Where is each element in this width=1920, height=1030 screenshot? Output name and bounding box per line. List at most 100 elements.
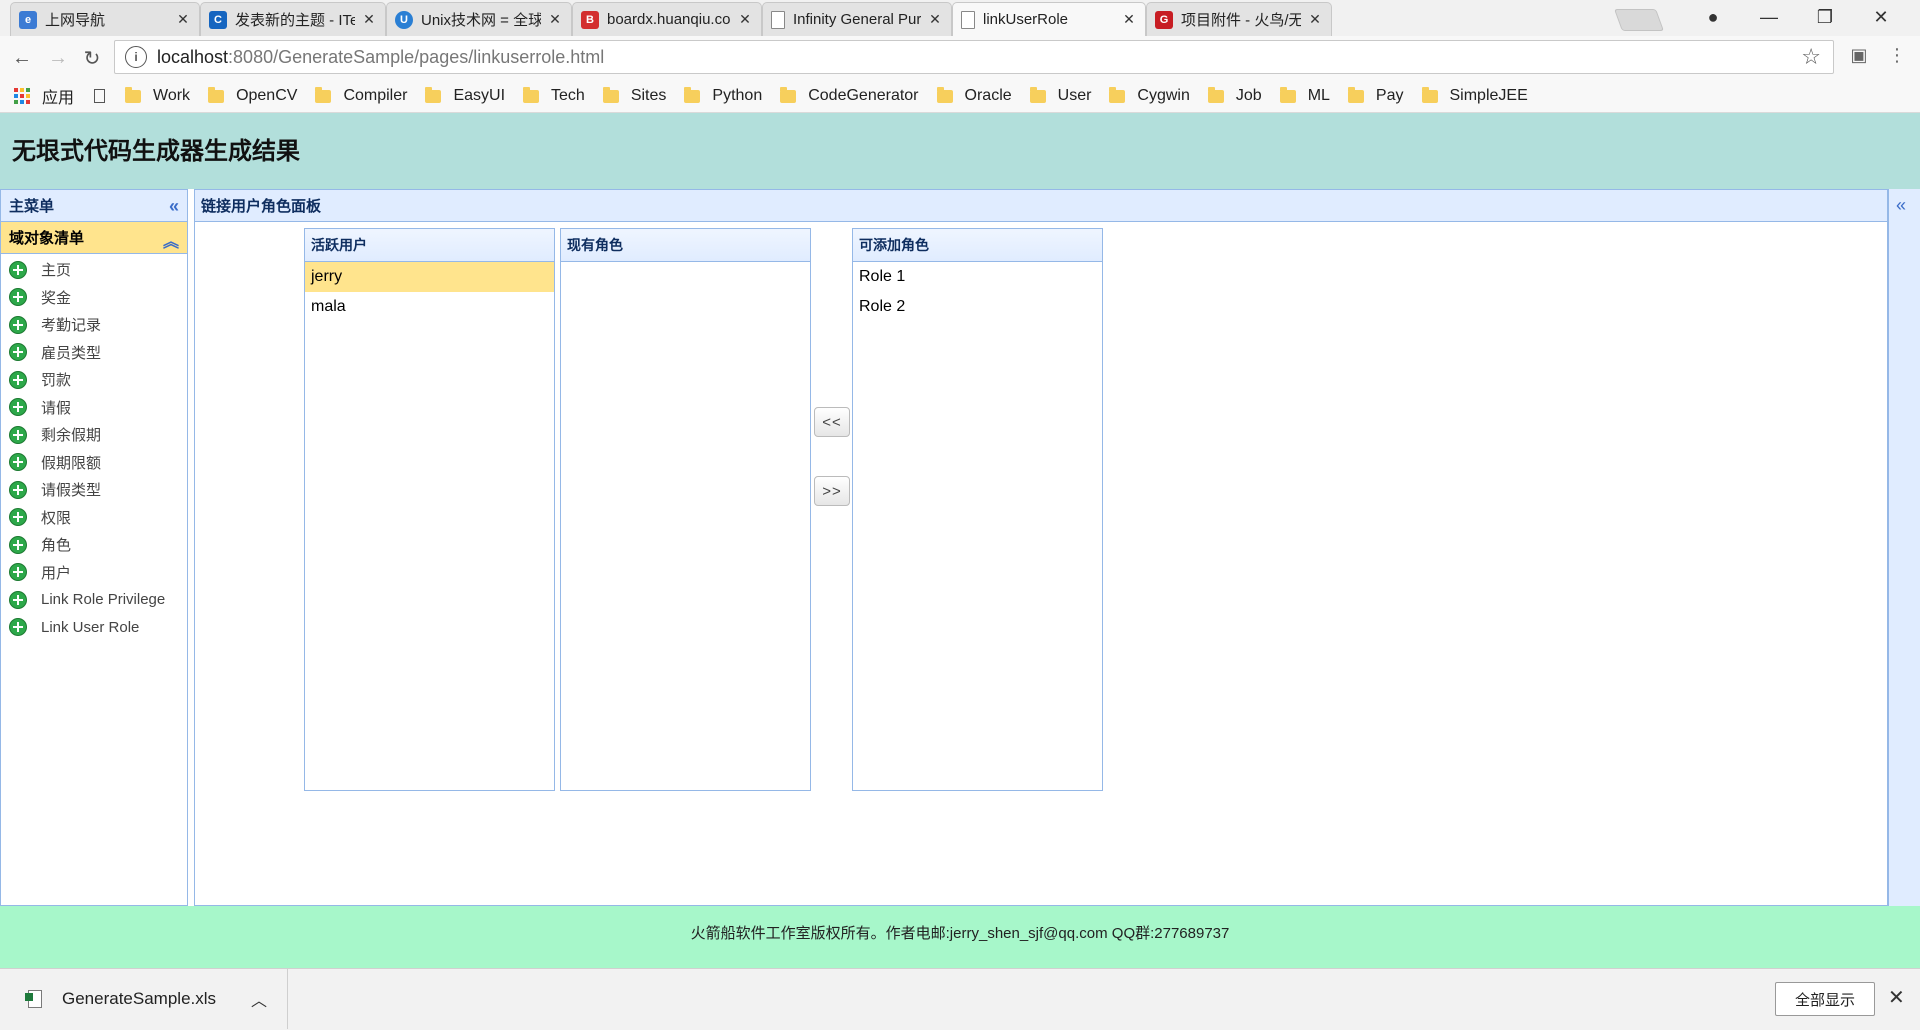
bookmark-folder[interactable]: Sites	[602, 86, 667, 105]
url-host: localhost	[157, 46, 229, 67]
list-item[interactable]: mala	[305, 292, 554, 322]
folder-icon	[425, 86, 442, 103]
back-button[interactable]: ←	[8, 44, 36, 72]
folder-icon	[1109, 86, 1126, 103]
menu-item-leave-quota[interactable]: 假期限额	[1, 449, 187, 477]
menu-icon[interactable]: ⋮	[1886, 44, 1908, 66]
bookmark-folder[interactable]: Cygwin	[1109, 86, 1190, 105]
excel-file-icon	[25, 990, 42, 1008]
bookmark-folder[interactable]: Tech	[523, 86, 585, 105]
menu-item-label: 雇员类型	[41, 344, 102, 362]
menu-item-attendance[interactable]: 考勤记录	[1, 311, 187, 339]
bookmark-label: OpenCV	[236, 87, 298, 104]
browser-tab-active[interactable]: linkUserRole ✕	[952, 2, 1146, 36]
main-menu-header: 主菜单 «	[1, 190, 187, 222]
menu-item-leave[interactable]: 请假	[1, 394, 187, 422]
bookmark-label: EasyUI	[453, 87, 506, 104]
page-icon	[961, 10, 975, 29]
restore-button[interactable]: ❐	[1797, 0, 1853, 34]
menu-item-label: 请假	[41, 399, 72, 417]
close-icon[interactable]: ✕	[175, 11, 191, 28]
folder-icon	[780, 86, 797, 103]
menu-item-leave-type[interactable]: 请假类型	[1, 476, 187, 504]
chevron-up-icon[interactable]: ︿	[251, 987, 267, 1011]
close-icon[interactable]: ✕	[1121, 11, 1137, 28]
address-bar[interactable]: i localhost:8080/GenerateSample/pages/li…	[114, 40, 1834, 74]
list-item[interactable]: jerry	[305, 262, 554, 292]
browser-tab[interactable]: e 上网导航 ✕	[10, 2, 200, 36]
menu-item-employee-type[interactable]: 雇员类型	[1, 339, 187, 367]
list-item[interactable]: Role 1	[853, 262, 1102, 292]
browser-tab[interactable]: B boardx.huanqiu.com/ ✕	[572, 2, 762, 36]
menu-item-privilege[interactable]: 权限	[1, 504, 187, 532]
close-icon[interactable]: ✕	[361, 11, 377, 28]
bookmark-folder[interactable]: Oracle	[936, 86, 1012, 105]
close-window-button[interactable]: ✕	[1853, 0, 1909, 34]
reload-button[interactable]: ↻	[78, 44, 106, 72]
menu-item-link-role-privilege[interactable]: Link Role Privilege	[1, 586, 187, 614]
add-icon	[9, 260, 27, 279]
show-all-button[interactable]: 全部显示	[1775, 982, 1875, 1016]
bookmark-folder[interactable]: Job	[1207, 86, 1262, 105]
close-icon[interactable]: ✕	[547, 11, 563, 28]
menu-list: 主页 奖金 考勤记录 雇员类型 罚款 请假 剩余假期 假期限额 请假类型 权限 …	[1, 254, 187, 641]
bookmark-label: Oracle	[964, 87, 1012, 104]
bookmark-folder[interactable]: Python	[684, 86, 762, 105]
forward-button[interactable]: →	[44, 44, 72, 72]
collapse-up-icon[interactable]: ︽	[163, 228, 179, 252]
minimize-button[interactable]: —	[1741, 0, 1797, 34]
bookmarks-bar: 应用 Work OpenCV Compiler EasyUI Tech Site…	[0, 80, 1920, 113]
list-item[interactable]: Role 2	[853, 292, 1102, 322]
close-icon[interactable]: ✕	[737, 11, 753, 28]
close-icon[interactable]: ✕	[1888, 985, 1905, 1010]
domain-list-accordion-header[interactable]: 域对象清单 ︽	[1, 222, 187, 254]
apps-icon[interactable]	[14, 88, 30, 104]
bookmark-folder[interactable]: ML	[1279, 86, 1330, 105]
download-item[interactable]: GenerateSample.xls ︿	[0, 969, 288, 1029]
menu-item-bonus[interactable]: 奖金	[1, 284, 187, 312]
info-icon[interactable]: i	[125, 46, 147, 68]
bookmark-star-icon[interactable]: ☆	[1801, 44, 1821, 70]
bookmark-folder[interactable]: Compiler	[315, 86, 407, 105]
close-icon[interactable]: ✕	[927, 11, 943, 28]
move-left-button[interactable]: <<	[814, 407, 850, 437]
east-collapsed-panel[interactable]: «	[1888, 189, 1920, 906]
extension-icon[interactable]: ▣	[1848, 44, 1870, 66]
menu-item-user[interactable]: 用户	[1, 559, 187, 587]
bookmark-label: ML	[1307, 87, 1330, 104]
bookmark-folder[interactable]: SimpleJEE	[1421, 86, 1528, 105]
tab-title: Infinity General Purpo	[793, 11, 921, 28]
tab-title: 发表新的主题 - ITeye论	[235, 12, 355, 29]
menu-item-link-user-role[interactable]: Link User Role	[1, 614, 187, 642]
new-tab-button[interactable]	[1613, 9, 1665, 31]
browser-tab[interactable]: C 发表新的主题 - ITeye论 ✕	[200, 2, 386, 36]
collapse-left-icon[interactable]: «	[169, 197, 179, 215]
bookmark-label: Sites	[630, 87, 667, 104]
bookmark-folder[interactable]: User	[1029, 86, 1091, 105]
menu-item-home[interactable]: 主页	[1, 256, 187, 284]
move-right-button[interactable]: >>	[814, 476, 850, 506]
bookmark-label: SimpleJEE	[1449, 87, 1528, 104]
bookmark-apps[interactable]: 应用	[42, 84, 74, 108]
page-title: 无垠式代码生成器生成结果	[12, 138, 300, 165]
add-icon	[9, 563, 27, 582]
center-panel-title: 链接用户角色面板	[201, 198, 322, 215]
bookmark-folder[interactable]: Pay	[1347, 86, 1404, 105]
expand-left-icon[interactable]: «	[1896, 195, 1906, 216]
menu-item-fine[interactable]: 罚款	[1, 366, 187, 394]
bookmark-folder[interactable]: CodeGenerator	[780, 86, 919, 105]
profile-icon[interactable]: ●	[1685, 0, 1741, 34]
browser-tab[interactable]: Infinity General Purpo ✕	[762, 2, 952, 36]
bookmark-folder[interactable]: OpenCV	[208, 86, 298, 105]
bookmark-folder[interactable]: EasyUI	[425, 86, 506, 105]
menu-item-role[interactable]: 角色	[1, 531, 187, 559]
browser-tab[interactable]: U Unix技术网 = 全球最大 ✕	[386, 2, 572, 36]
browser-tab-strip: e 上网导航 ✕ C 发表新的主题 - ITeye论 ✕ U Unix技术网 =…	[0, 0, 1920, 36]
menu-item-label: 用户	[41, 564, 72, 582]
browser-tab[interactable]: G 项目附件 - 火鸟/无垠式 ✕	[1146, 2, 1332, 36]
bookmark-folder[interactable]: Work	[125, 86, 190, 105]
url-text: localhost:8080/GenerateSample/pages/link…	[157, 47, 604, 68]
close-icon[interactable]: ✕	[1307, 11, 1323, 28]
menu-item-remaining-leave[interactable]: 剩余假期	[1, 421, 187, 449]
page-bookmark-icon[interactable]	[94, 89, 106, 103]
